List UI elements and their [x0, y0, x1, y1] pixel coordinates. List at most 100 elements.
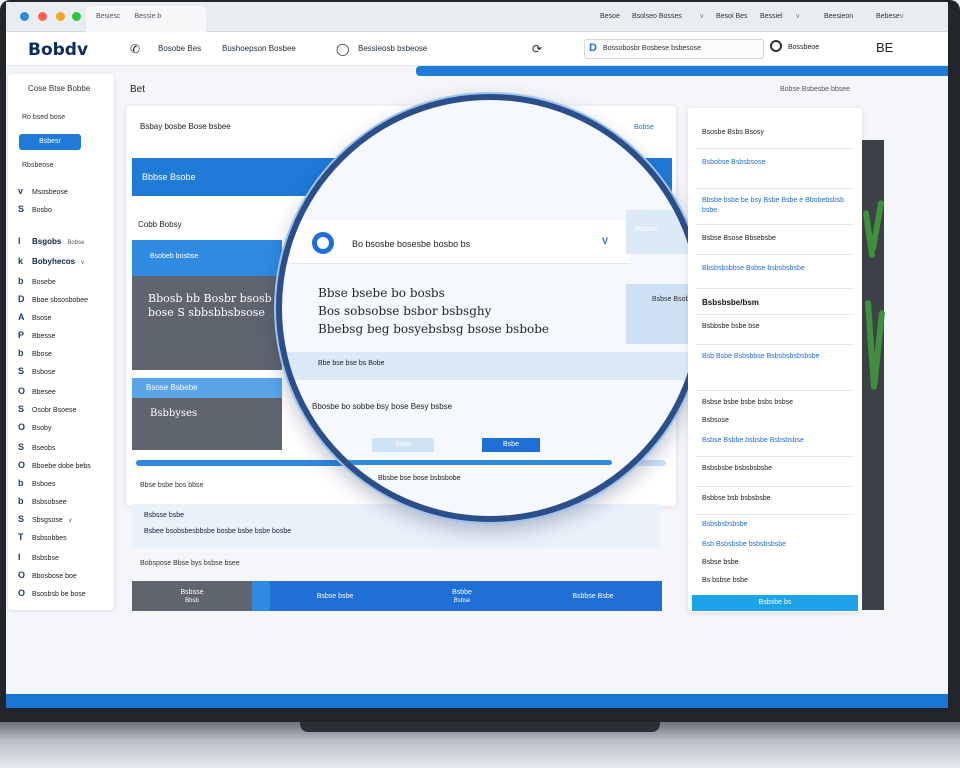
feature-panel-secondary[interactable]: Bsose Bsbebe Bsbbyses	[132, 378, 282, 450]
primary-button[interactable]: Bsbe	[482, 438, 540, 452]
bottom-bar-segment[interactable]: Bsbbse Bsbe	[524, 581, 662, 611]
phone-icon[interactable]: ✆	[130, 42, 140, 56]
user-name[interactable]: Bossbeoe	[788, 44, 819, 51]
sidebar-item[interactable]: S Bosbo	[18, 204, 52, 214]
sidebar-item[interactable]: b Bosebe	[18, 276, 56, 286]
search-input[interactable]: D Bossobosbr Bosbese bsbesose	[584, 39, 764, 59]
sidebar-subtitle: Ro bsed bose	[22, 114, 66, 121]
right-panel-button[interactable]: Bsbsbe bs	[692, 595, 858, 611]
sidebar-item[interactable]: A Bsose	[18, 312, 51, 322]
window-dot-icon[interactable]	[20, 12, 29, 21]
chrome-chevron-icon[interactable]: v	[900, 13, 904, 20]
sidebar-item-label: Bsboes	[32, 481, 56, 488]
zoomed-note: Bbosbe bo sobbe bsy bose Besy bsbse	[312, 402, 453, 411]
chrome-link[interactable]: Bsolseo Bosses	[632, 13, 682, 20]
nav-link[interactable]: Bessieosb bsbeose	[358, 44, 427, 53]
sidebar-item[interactable]: S Sbsgsose v	[18, 514, 72, 524]
nav-link[interactable]: Bosobe Bes	[158, 44, 201, 53]
close-window-icon[interactable]	[38, 12, 47, 21]
sidebar-item[interactable]: D Bbae sbsosbobee	[18, 294, 88, 304]
zoomed-card[interactable]: Bo bsosbe bosesbe bosbo bs V	[290, 220, 630, 264]
highlight-bar-label: Bbbse Bsobe	[142, 172, 196, 182]
right-panel-item[interactable]: Bsbsbsbsbsbe	[702, 520, 852, 530]
right-panel-item[interactable]: Bsb Bsbsbsbe bsbsbsbsbe	[702, 540, 852, 550]
avatar[interactable]	[770, 40, 782, 52]
sidebar-item-aux: Bobse	[67, 240, 85, 246]
right-panel-item[interactable]: Bsbobse Bsbsbsose	[702, 158, 852, 168]
sidebar-item-icon: v	[18, 186, 24, 196]
sidebar-item[interactable]: I Bsbsbse	[18, 552, 59, 562]
zoomed-text-line: Bbebsg beg bosyebsbsg bsose bsbobe	[318, 322, 550, 336]
right-panel-item[interactable]: Bsbse Bsbbe bsbsbe Bsbsbsbse	[702, 436, 852, 446]
sidebar-item[interactable]: T Bsbsobbes	[18, 532, 67, 542]
sidebar-item-icon: I	[18, 552, 21, 562]
sidebar-item[interactable]: k Bobyhecos v	[18, 256, 84, 266]
sidebar-item-label: Bsose	[32, 315, 52, 322]
sidebar-item-icon: b	[18, 496, 24, 506]
chrome-link[interactable]: Bebese	[876, 13, 900, 20]
bottom-bar-segment[interactable]: Bsbse bsbe	[270, 581, 400, 611]
sidebar-item[interactable]: b Bbose	[18, 348, 52, 358]
bottom-bar-segment[interactable]: Bsbbe Bsbse	[400, 581, 524, 611]
sidebar-primary-button[interactable]: Bsbesr	[19, 134, 81, 150]
sidebar-item[interactable]: O Bbesee	[18, 386, 56, 396]
chevron-down-icon[interactable]: V	[602, 236, 608, 246]
sidebar-item[interactable]: b Bsbsobsee	[18, 496, 67, 506]
chrome-chevron-icon[interactable]: v	[700, 13, 704, 20]
top-right-link[interactable]: Bobse Bsbesbe bbsee	[780, 86, 850, 93]
sidebar-item-label: Bsbsobsee	[32, 499, 67, 506]
sidebar-item-label: Bbosbose boe	[32, 573, 77, 580]
table-card-title: Bsbsse bsbe	[144, 512, 185, 519]
secondary-button[interactable]: Bsse	[372, 438, 434, 452]
sidebar-item[interactable]: v Msosbeose	[18, 186, 68, 196]
screen-bottom-bar	[6, 694, 948, 708]
bottom-bar-segment[interactable]: Bsbsse Bbsb	[132, 581, 252, 611]
feature-panel[interactable]: Bsobeb bosbse Bbosb bb Bosbr bsosb bose …	[132, 240, 282, 370]
sidebar-item[interactable]: S Bseobs	[18, 442, 55, 452]
right-panel-item[interactable]: Bsb Bsbe Bsbsbbse Bsbsbsbsbsbsbe	[702, 352, 852, 362]
chrome-link[interactable]: Besoe	[600, 13, 620, 20]
menu-icon[interactable]: BE	[876, 40, 893, 55]
maximize-window-icon[interactable]	[72, 12, 81, 21]
sidebar-item-icon: A	[18, 312, 25, 322]
sidebar-item[interactable]: O Bboebe dobe bebs	[18, 460, 91, 470]
sidebar-item-icon: P	[18, 330, 25, 340]
browser-chrome: Besiesc Bessie b Besoe Bsolseo Bosses v …	[6, 2, 948, 32]
browser-tab[interactable]: Besiesc Bessie b	[86, 6, 206, 32]
sidebar-item[interactable]: b Bsboes	[18, 478, 55, 488]
right-panel-item: Bsbsbsbe/bsm	[702, 298, 759, 307]
sidebar-item-label: Bbesee	[32, 389, 56, 396]
sidebar-item-label: Bbose	[32, 351, 52, 358]
right-panel-item[interactable]: Bbsbe bsbe be bsy Bsbe Bsbe e Bbobebsbsb…	[702, 196, 852, 216]
chat-icon[interactable]: ◯	[336, 42, 349, 56]
refresh-icon[interactable]: ⟳	[532, 42, 542, 56]
sidebar-item[interactable]: S Bsbose	[18, 366, 55, 376]
minimize-window-icon[interactable]	[56, 12, 65, 21]
sidebar-item-label: Bosbo	[32, 207, 52, 214]
nav-link[interactable]: Bushoepson Bosbee	[222, 44, 296, 53]
sidebar-item[interactable]: O Bbosbose boe	[18, 570, 77, 580]
sidebar-item-icon: O	[18, 570, 26, 580]
accent-strip	[416, 66, 948, 76]
chrome-chevron-icon[interactable]: v	[796, 13, 800, 20]
sidebar-item[interactable]: S Osobr Bsoese	[18, 404, 76, 414]
chrome-link[interactable]: Bessiel	[760, 13, 783, 20]
zoomed-card-title: Bo bsosbe bosesbe bosbo bs	[352, 239, 471, 249]
sidebar-item-icon: b	[18, 348, 24, 358]
sidebar-item[interactable]: O Bsosbsb be bose	[18, 588, 86, 598]
chrome-link[interactable]: Beesieon	[824, 13, 853, 20]
bottom-bar-segment[interactable]	[252, 581, 270, 611]
bottom-bar-segment-label: Bsbse bsbe	[316, 592, 354, 600]
bottom-bar-segment-sublabel: Bbsb	[185, 597, 199, 604]
feature-panel-secondary-header: Bsose Bsbebe	[132, 378, 282, 398]
chrome-link[interactable]: Besoi Bes	[716, 13, 748, 20]
right-panel-item[interactable]: Bbsbsbsbbse Bsbse bsbsbsbsbe	[702, 264, 852, 274]
logo[interactable]: Bobdv	[28, 40, 88, 60]
sidebar-item-icon: b	[18, 276, 24, 286]
sidebar-item[interactable]: P Bbesse	[18, 330, 55, 340]
sidebar-item[interactable]: O Bsoby	[18, 422, 51, 432]
sidebar-item[interactable]: l Bsgobs Bobse	[18, 236, 84, 246]
main-card-link[interactable]: Bobse	[634, 124, 654, 131]
right-panel-item: Bsbbse bsb bsbsbsbe	[702, 495, 771, 502]
table-row[interactable]: Bsbee bsobsbesbbsbe bosbe bsbe bsbe bosb…	[144, 528, 291, 535]
